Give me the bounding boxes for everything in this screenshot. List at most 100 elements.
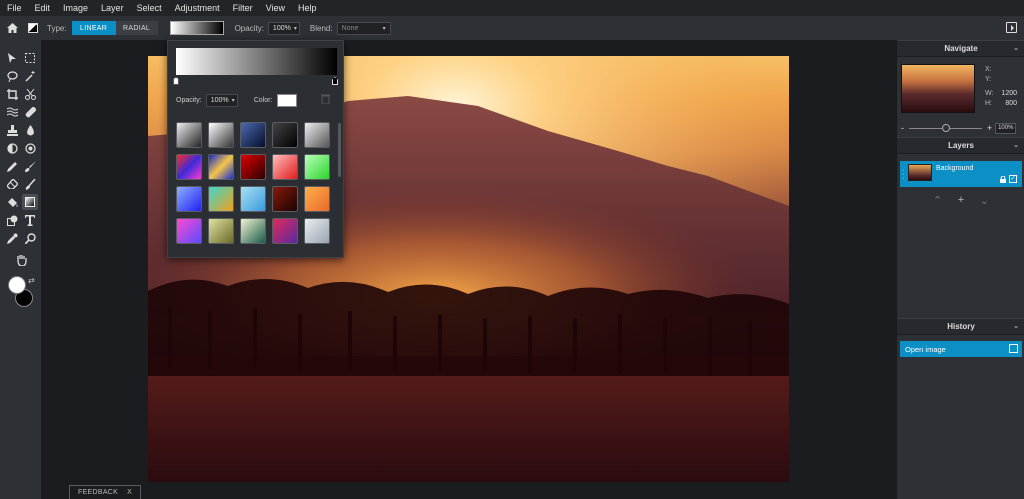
toggle-panels-icon[interactable] bbox=[1006, 22, 1017, 33]
pencil-tool[interactable] bbox=[4, 158, 20, 174]
gradient-preset-15[interactable] bbox=[304, 186, 330, 212]
hand-tool[interactable] bbox=[13, 252, 29, 268]
gradient-preset-12[interactable] bbox=[208, 186, 234, 212]
menu-help[interactable]: Help bbox=[298, 3, 317, 13]
gradient-preview-bar[interactable] bbox=[176, 48, 337, 75]
blur-tool[interactable] bbox=[22, 122, 38, 138]
liquify-tool[interactable] bbox=[4, 104, 20, 120]
magic-wand-icon bbox=[24, 70, 34, 82]
eyedropper-tool[interactable] bbox=[4, 230, 20, 246]
opacity-label: Opacity: bbox=[234, 23, 264, 33]
shape-tool[interactable] bbox=[4, 212, 20, 228]
zoom-out-button[interactable]: - bbox=[901, 123, 904, 133]
crop-icon bbox=[6, 88, 18, 100]
right-panels: Navigate ⌄ X: Y: W: 1200 H: 800 - + 100% L… bbox=[896, 40, 1024, 499]
waves-icon bbox=[6, 107, 18, 117]
feedback-button[interactable]: FEEDBACK X bbox=[69, 485, 142, 499]
gradient-preset-16[interactable] bbox=[176, 218, 202, 244]
dodge-tool[interactable] bbox=[4, 140, 20, 156]
feedback-close-button[interactable]: X bbox=[127, 489, 132, 496]
move-layer-down-icon[interactable]: ⌄ bbox=[980, 194, 989, 207]
gradient-preset-13[interactable] bbox=[240, 186, 266, 212]
menu-select[interactable]: Select bbox=[137, 3, 162, 13]
menu-layer[interactable]: Layer bbox=[101, 3, 124, 13]
pointer-icon bbox=[8, 53, 16, 63]
brush-tool[interactable] bbox=[22, 158, 38, 174]
sponge-tool[interactable] bbox=[22, 140, 38, 156]
gradient-preset-19[interactable] bbox=[272, 218, 298, 244]
gradient-preset-5[interactable] bbox=[304, 122, 330, 148]
gradient-preset-17[interactable] bbox=[208, 218, 234, 244]
gradient-preset-8[interactable] bbox=[240, 154, 266, 180]
menu-edit[interactable]: Edit bbox=[35, 3, 51, 13]
zoom-slider-knob[interactable] bbox=[941, 123, 950, 132]
menu-image[interactable]: Image bbox=[63, 3, 88, 13]
visibility-checkbox[interactable]: ✓ bbox=[1009, 175, 1017, 183]
zoom-slider[interactable] bbox=[909, 123, 982, 132]
eraser-tool[interactable] bbox=[4, 176, 20, 192]
navigate-panel-header: Navigate ⌄ bbox=[897, 40, 1024, 57]
zoom-controls: - + 100% bbox=[901, 122, 1021, 134]
collapse-icon[interactable]: ⌄ bbox=[1013, 141, 1019, 149]
lasso-tool[interactable] bbox=[4, 68, 20, 84]
gradient-preset-10[interactable] bbox=[304, 154, 330, 180]
tool-options-bar: Type: LINEAR RADIAL Opacity: 100% ▾ Blen… bbox=[0, 16, 1024, 40]
heal-tool[interactable] bbox=[22, 104, 38, 120]
menu-filter[interactable]: Filter bbox=[233, 3, 253, 13]
cut-tool[interactable] bbox=[22, 86, 38, 102]
fill-tool[interactable] bbox=[4, 194, 20, 210]
menu-adjustment[interactable]: Adjustment bbox=[175, 3, 220, 13]
home-button[interactable] bbox=[0, 16, 24, 40]
gradient-picker-button[interactable] bbox=[169, 21, 224, 35]
layer-row[interactable]: · · · Background ✓ bbox=[900, 161, 1022, 187]
popup-opacity-dropdown[interactable]: 100% ▾ bbox=[205, 94, 238, 107]
layers-title: Layers bbox=[948, 141, 974, 150]
layer-thumbnail bbox=[908, 164, 932, 181]
gradient-stop-white[interactable] bbox=[173, 77, 179, 85]
gradient-preset-7[interactable] bbox=[208, 154, 234, 180]
gradient-preset-9[interactable] bbox=[272, 154, 298, 180]
gradient-stop-black[interactable] bbox=[332, 77, 338, 85]
lock-icon[interactable] bbox=[1000, 176, 1006, 183]
trash-icon[interactable] bbox=[321, 94, 330, 104]
gradient-tool[interactable] bbox=[22, 194, 38, 210]
add-layer-icon[interactable]: + bbox=[958, 194, 964, 207]
chevron-down-icon: ▾ bbox=[382, 25, 386, 32]
gradient-preset-6[interactable] bbox=[176, 154, 202, 180]
clone-tool[interactable] bbox=[4, 122, 20, 138]
gradient-preset-18[interactable] bbox=[240, 218, 266, 244]
gradient-preset-14[interactable] bbox=[272, 186, 298, 212]
gradient-preset-1[interactable] bbox=[176, 122, 202, 148]
drag-handle-icon[interactable]: · · · bbox=[902, 167, 904, 182]
move-layer-up-icon[interactable]: ⌃ bbox=[933, 194, 942, 207]
zoom-in-button[interactable]: + bbox=[987, 123, 992, 133]
type-linear-button[interactable]: LINEAR bbox=[71, 21, 116, 35]
collapse-icon[interactable]: ⌄ bbox=[1013, 44, 1019, 52]
move-tool[interactable] bbox=[4, 50, 20, 66]
gradient-preset-11[interactable] bbox=[176, 186, 202, 212]
gradient-preset-20[interactable] bbox=[304, 218, 330, 244]
blend-dropdown[interactable]: None ▾ bbox=[336, 21, 391, 35]
gradient-preset-3[interactable] bbox=[240, 122, 266, 148]
gradient-preset-2[interactable] bbox=[208, 122, 234, 148]
stop-color-swatch[interactable] bbox=[277, 94, 298, 107]
presets-scrollbar[interactable] bbox=[338, 123, 341, 177]
history-item[interactable]: Open image bbox=[900, 341, 1022, 357]
gradient-preset-4[interactable] bbox=[272, 122, 298, 148]
smudge-tool[interactable] bbox=[22, 176, 38, 192]
text-tool[interactable] bbox=[22, 212, 38, 228]
magic-wand-tool[interactable] bbox=[22, 68, 38, 84]
foreground-color-swatch[interactable] bbox=[8, 276, 26, 294]
crop-tool[interactable] bbox=[4, 86, 20, 102]
collapse-icon[interactable]: ⌄ bbox=[1013, 322, 1019, 330]
menu-file[interactable]: File bbox=[7, 3, 22, 13]
type-radial-button[interactable]: RADIAL bbox=[115, 21, 158, 35]
y-readout: Y: bbox=[985, 76, 992, 83]
opacity-dropdown[interactable]: 100% ▾ bbox=[267, 21, 300, 35]
navigator-thumbnail[interactable] bbox=[901, 64, 975, 113]
marquee-tool[interactable] bbox=[22, 50, 38, 66]
swap-colors-icon[interactable]: ⇄ bbox=[28, 276, 35, 285]
zoom-tool[interactable] bbox=[22, 230, 38, 246]
menu-view[interactable]: View bbox=[266, 3, 285, 13]
zoom-input[interactable]: 100% bbox=[995, 122, 1017, 134]
